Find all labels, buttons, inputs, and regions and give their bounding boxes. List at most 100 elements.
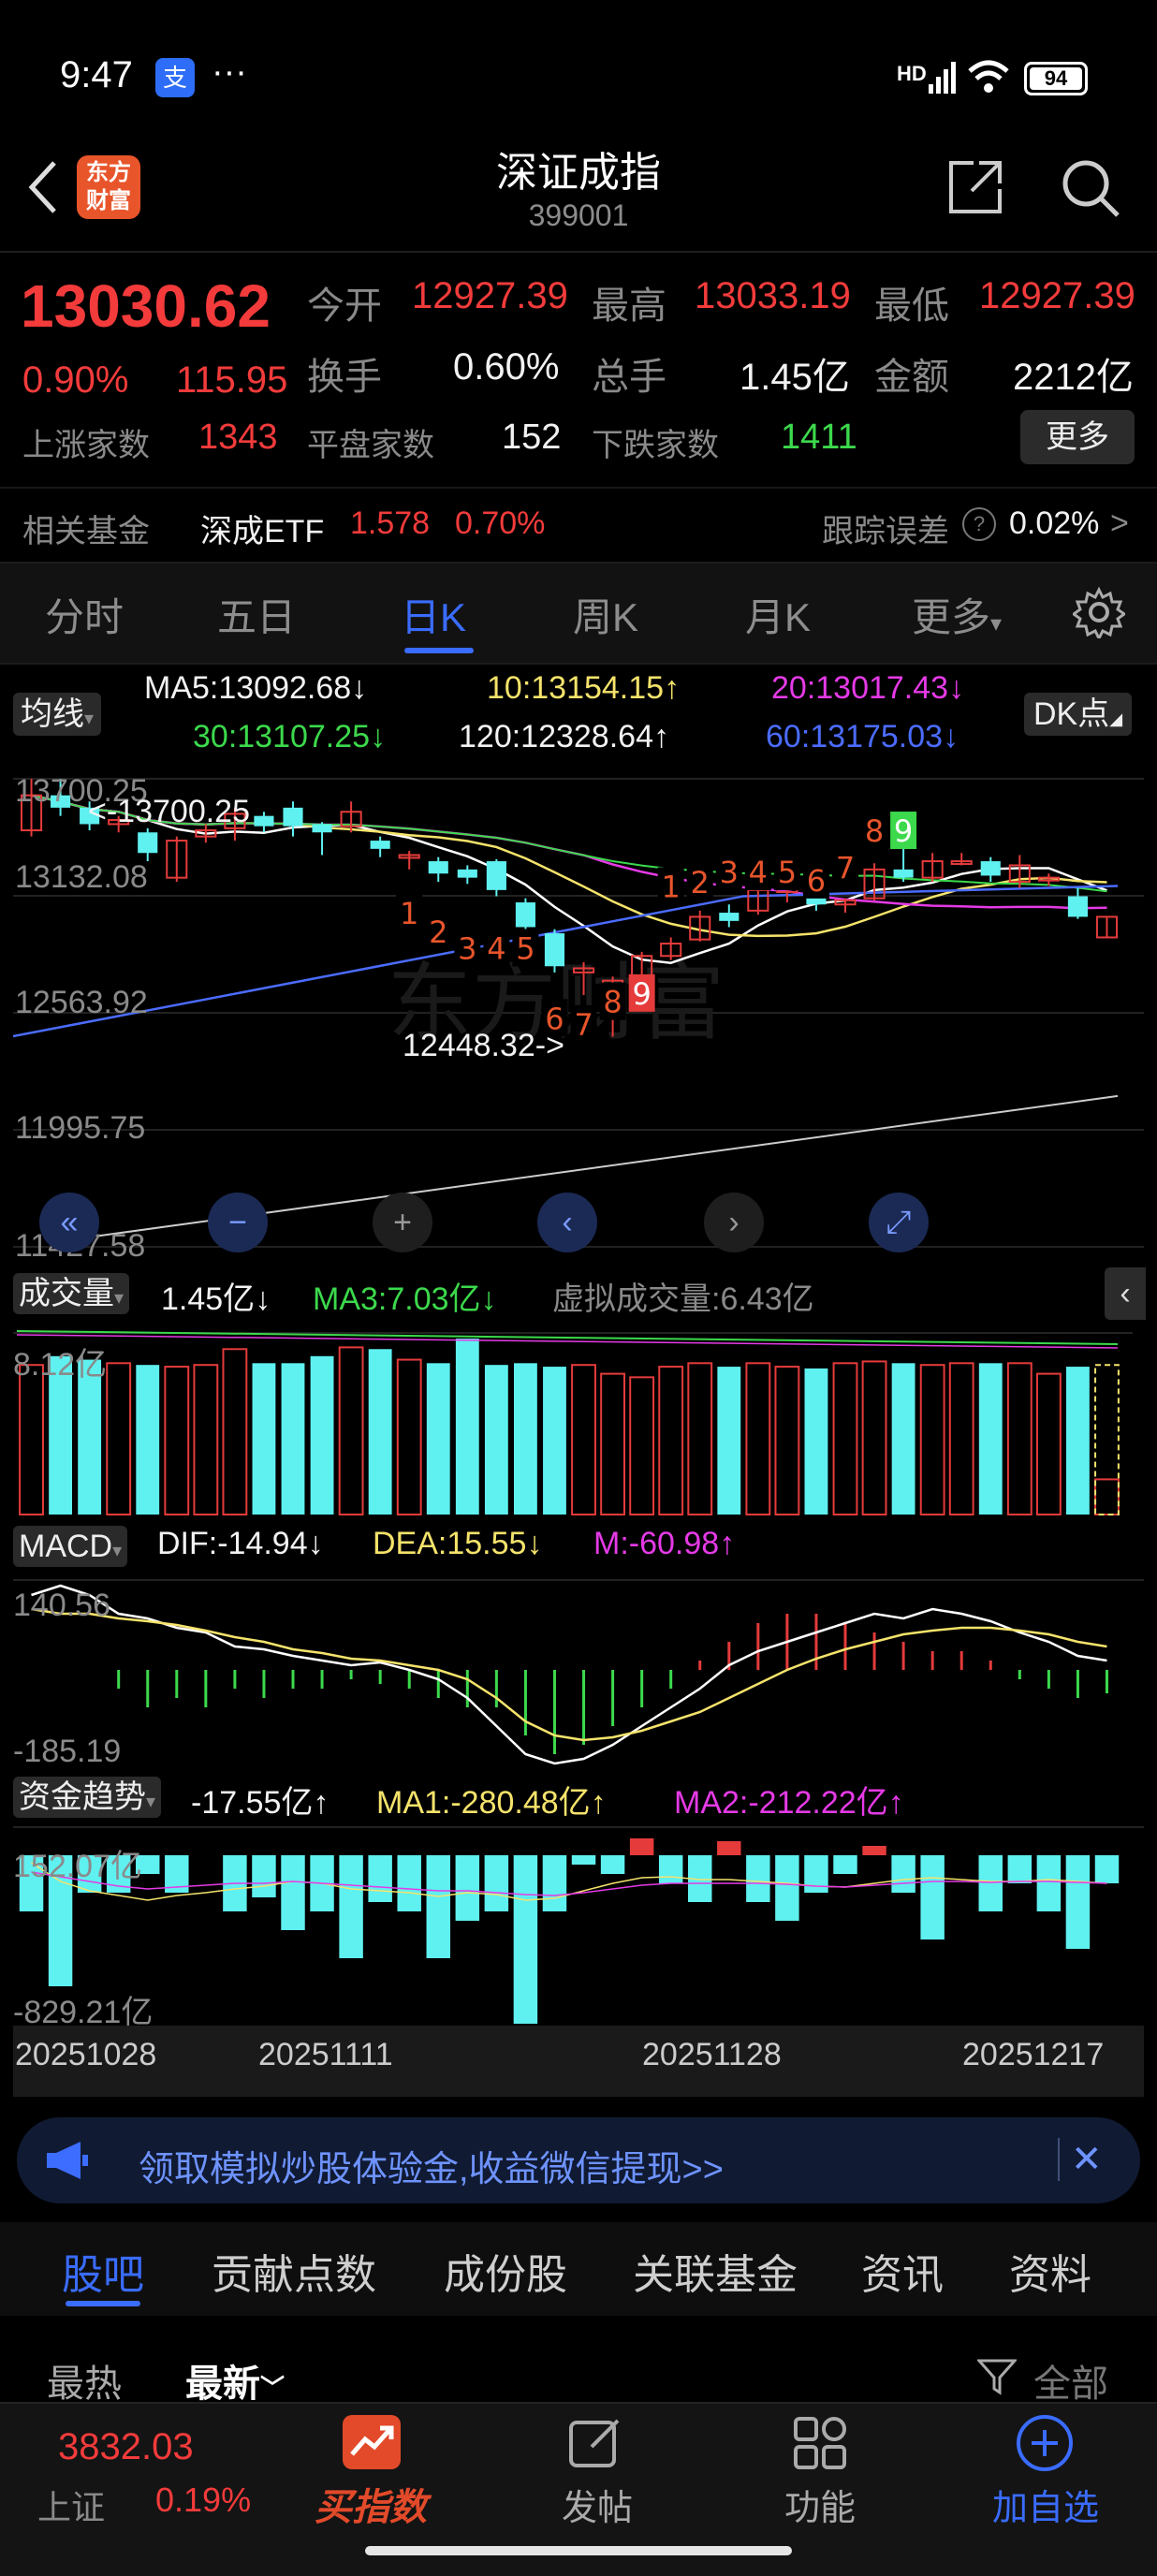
high-value: 13033.19 [695,275,851,316]
fund-flow-ma1: MA1:-280.48亿↑ [376,1785,607,1821]
sh-index-pct[interactable]: 0.19% [155,2481,251,2520]
volume-bar [514,1363,537,1515]
functions-grid-icon[interactable] [792,2415,848,2471]
kline-chart[interactable]: 东方财富 123456789123456789 [13,760,1144,1262]
ma10-legend: 10:13154.15↑ [487,670,681,706]
volume-bar [919,1364,945,1516]
macd-dif: DIF:-14.94↓ [157,1526,324,1561]
sort-newest-label: 最新 [185,2364,260,2405]
scroll-far-left-button[interactable]: « [39,1193,99,1252]
dk-point-toggle[interactable]: DK点◢ [1024,693,1133,736]
macd-selector[interactable]: MACD▾ [13,1526,128,1567]
tab-contribution[interactable]: 贡献点数 [212,2241,376,2301]
candle-body [428,861,448,874]
related-fund-name[interactable]: 深成ETF [200,505,324,551]
ma-selector[interactable]: 均线▾ [13,693,102,736]
zoom-out-button[interactable]: − [208,1193,268,1252]
add-watchlist-label[interactable]: 加自选 [992,2479,1099,2530]
tab-daily-k[interactable]: 日K [401,586,466,643]
fund-flow-bar [542,1855,567,1911]
open-value: 12927.39 [412,275,568,316]
related-fund-price: 1.578 [350,505,431,541]
promo-text[interactable]: 领取模拟炒股体验金,收益微信提现>> [139,2140,724,2191]
fund-flow-chart [13,1826,1144,2024]
volume-bar [1035,1372,1062,1515]
add-watchlist-icon[interactable] [1015,2413,1075,2473]
wifi-icon [968,60,1009,93]
tab-intraday[interactable]: 分时 [45,586,124,643]
td-marker-label: 8 [865,813,884,849]
filter-icon[interactable] [977,2357,1017,2396]
settings-gear-icon[interactable] [1073,586,1125,638]
filter-all[interactable]: 全部 [1033,2353,1108,2408]
volume-bar [804,1368,828,1515]
help-icon[interactable]: ? [962,507,996,541]
tab-constituents[interactable]: 成份股 [444,2241,567,2301]
change-percent: 0.90% [22,359,129,401]
section-tab-indicator [66,2301,140,2306]
app-notification-icon: 支 [155,58,195,97]
buy-index-icon[interactable] [343,2415,401,2469]
volume-ma3-legend: MA3:7.03亿↓ [313,1281,497,1317]
high-label: 最高 [592,285,666,327]
current-price: 13030.62 [21,272,271,340]
macd-dea: DEA:15.55↓ [373,1526,543,1561]
fund-flow-bar [629,1838,654,1855]
ma20-legend: 20:13017.43↓ [771,670,965,706]
volume-label: 总手 [592,357,666,398]
fund-flow-bar [746,1855,770,1902]
ma120-legend: 120:12328.64↑ [459,719,669,754]
scroll-right-button[interactable]: › [704,1193,764,1252]
volume-bar [484,1365,508,1515]
active-tab-indicator [404,648,474,653]
more-button[interactable]: 更多 [1020,410,1135,464]
candle-body [283,807,303,827]
collapse-panel-button[interactable]: ‹ [1105,1267,1146,1320]
ma120-value: 120:12328.64 [459,719,653,754]
signal-icon [929,62,956,94]
sh-index-name[interactable]: 上证 [37,2481,105,2529]
fund-flow-bar [862,1846,886,1855]
sort-hot[interactable]: 最热 [47,2353,122,2408]
amount-value: 2212亿 [1013,357,1134,398]
date-label-4: 20251217 [962,2037,1105,2072]
tracking-error-value: 0.02% [1009,505,1100,541]
tab-five-day[interactable]: 五日 [217,586,296,643]
search-icon[interactable] [1060,157,1123,221]
flat-count-label: 平盘家数 [307,428,434,463]
close-banner-icon[interactable]: ✕ [1058,2138,1103,2181]
fullscreen-button[interactable]: ⤢ [869,1193,929,1252]
macd-m: M:-60.98↑ [593,1526,736,1561]
low-label: 最低 [874,285,949,327]
share-icon[interactable] [945,157,1005,217]
tab-related-funds[interactable]: 关联基金 [633,2241,798,2301]
sort-newest[interactable]: 最新﹀ [185,2353,285,2408]
volume-bar [106,1362,132,1515]
functions-label[interactable]: 功能 [784,2479,856,2530]
volume-selector[interactable]: 成交量▾ [13,1273,130,1314]
post-label[interactable]: 发帖 [562,2479,633,2530]
fund-flow-selector[interactable]: 资金趋势▾ [13,1777,162,1818]
tracking-error-label: 跟踪误差 [822,514,949,549]
tab-profile[interactable]: 资料 [1009,2241,1091,2301]
volume-bar [164,1366,190,1515]
volume-bar [338,1346,364,1516]
zoom-in-button[interactable]: + [373,1193,432,1252]
tab-more[interactable]: 更多▾ [912,586,1002,643]
post-edit-icon[interactable] [567,2415,623,2471]
tracking-chevron[interactable]: > [1110,505,1129,542]
buy-index-label[interactable]: 买指数 [315,2477,427,2531]
fund-flow-bar [978,1855,1003,1911]
sh-index-value[interactable]: 3832.03 [58,2426,194,2468]
ma-selector-label: 均线 [21,696,84,732]
date-label-1: 20251028 [15,2037,157,2072]
scroll-left-button[interactable]: ‹ [537,1193,597,1252]
amount-label: 金额 [874,357,949,398]
tab-weekly-k[interactable]: 周K [573,586,638,643]
tab-news[interactable]: 资讯 [861,2241,944,2301]
ma60-legend: 60:13175.03↓ [766,719,959,754]
tab-monthly-k[interactable]: 月K [745,586,811,643]
related-fund-label: 相关基金 [22,514,150,549]
td-marker-label: 4 [749,855,768,890]
tab-guba[interactable]: 股吧 [62,2241,144,2301]
